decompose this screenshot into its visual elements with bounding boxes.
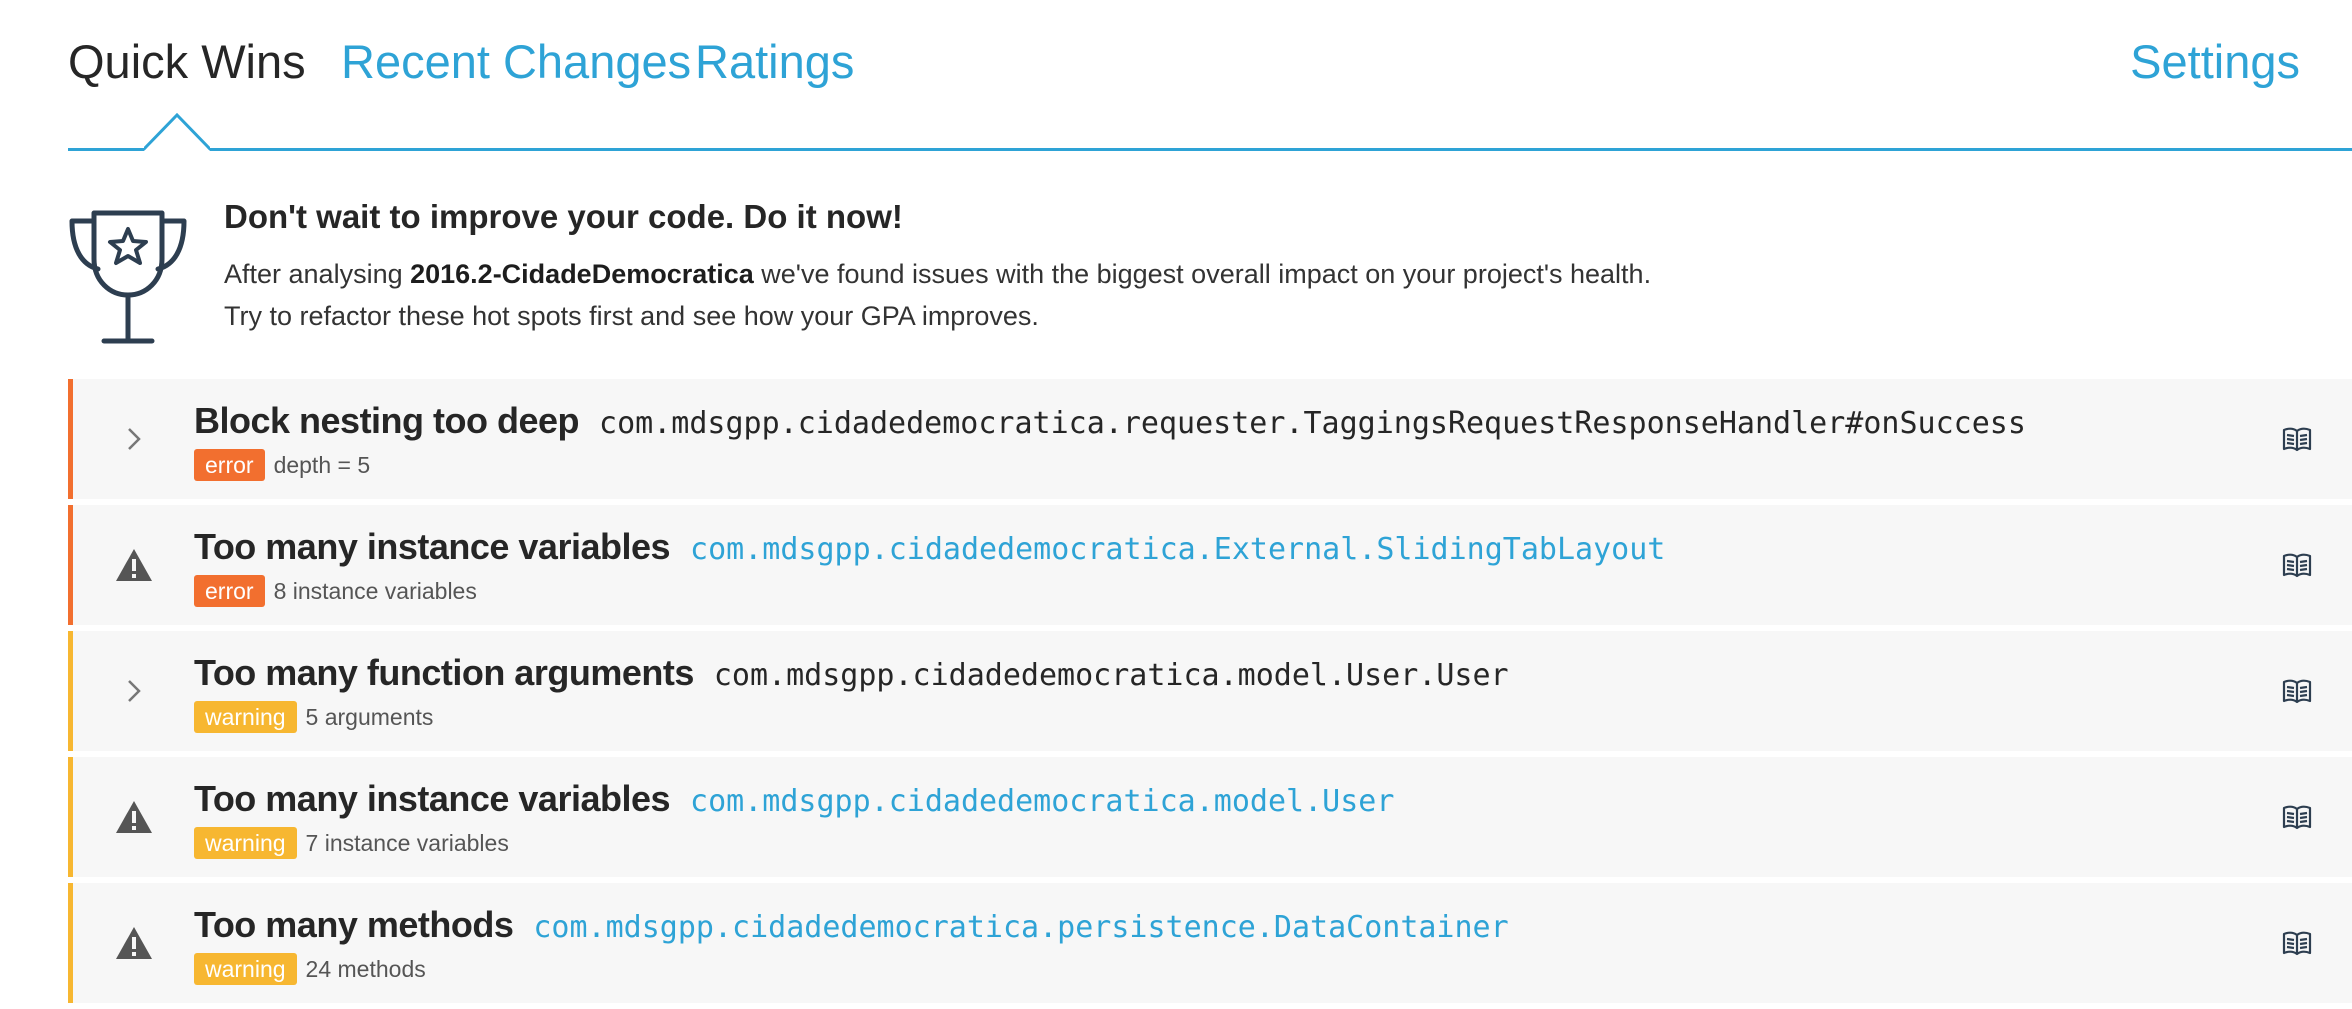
issue-heading: Block nesting too deep com.mdsgpp.cidaded… (194, 397, 2026, 445)
issue-row[interactable]: Block nesting too deep com.mdsgpp.cidaded… (68, 379, 2352, 499)
book-icon[interactable] (2282, 804, 2312, 830)
book-icon[interactable] (2282, 678, 2312, 704)
issue-title: Too many function arguments (194, 652, 694, 693)
book-icon[interactable] (2282, 930, 2312, 956)
issue-title: Too many methods (194, 904, 514, 945)
issue-row[interactable]: Too many methods com.mdsgpp.cidadedemocra… (68, 883, 2352, 1003)
issue-detail: 24 methods (305, 956, 426, 982)
issue-title: Block nesting too deep (194, 400, 580, 441)
issue-row[interactable]: Too many function arguments com.mdsgpp.ci… (68, 631, 2352, 751)
issue-list: Block nesting too deep com.mdsgpp.cidaded… (68, 379, 2352, 1009)
intro-line-1: After analysing 2016.2-CidadeDemocratica… (224, 253, 1651, 295)
issue-path: com.mdsgpp.cidadedemocratica.model.User.… (713, 658, 1509, 693)
chevron-right-icon[interactable] (114, 671, 154, 711)
issue-row[interactable]: Too many instance variables com.mdsgpp.ci… (68, 505, 2352, 625)
issue-path: com.mdsgpp.cidadedemocratica.requester.T… (599, 406, 2026, 441)
book-icon[interactable] (2282, 552, 2312, 578)
warning-triangle-icon (114, 545, 154, 585)
issue-path-link[interactable]: com.mdsgpp.cidadedemocratica.model.User (690, 784, 1394, 819)
intro-line-1-suffix: we've found issues with the biggest over… (753, 259, 1652, 289)
severity-badge: error (194, 449, 265, 481)
active-tab-caret (144, 113, 210, 151)
warning-triangle-icon (114, 923, 154, 963)
issue-path-link[interactable]: com.mdsgpp.cidadedemocratica.External.Sl… (690, 532, 1665, 567)
severity-badge: error (194, 575, 265, 607)
tab-quick-wins[interactable]: Quick Wins (68, 32, 306, 92)
severity-badge: warning (194, 953, 297, 985)
project-name: 2016.2-CidadeDemocratica (410, 259, 754, 289)
issue-meta: error depth = 5 (194, 449, 370, 481)
issue-detail: 5 arguments (305, 704, 434, 730)
intro-section: Don't wait to improve your code. Do it n… (68, 151, 2352, 379)
chevron-right-icon[interactable] (114, 419, 154, 459)
issue-title: Too many instance variables (194, 526, 671, 567)
tab-bar: Quick Wins Recent Changes Ratings Settin… (68, 0, 2352, 151)
issue-meta: error 8 instance variables (194, 575, 477, 607)
book-icon[interactable] (2282, 426, 2312, 452)
issue-meta: warning 7 instance variables (194, 827, 509, 859)
issue-heading: Too many methods com.mdsgpp.cidadedemocra… (194, 901, 1509, 949)
issue-detail: 8 instance variables (273, 578, 477, 604)
issue-detail: 7 instance variables (305, 830, 509, 856)
issue-heading: Too many instance variables com.mdsgpp.ci… (194, 775, 1394, 823)
intro-heading: Don't wait to improve your code. Do it n… (224, 198, 903, 235)
tab-ratings[interactable]: Ratings (695, 32, 854, 92)
issue-title: Too many instance variables (194, 778, 671, 819)
issue-path-link[interactable]: com.mdsgpp.cidadedemocratica.persistence… (533, 910, 1508, 945)
warning-triangle-icon (114, 797, 154, 837)
tab-recent-changes[interactable]: Recent Changes (341, 32, 691, 92)
issue-row[interactable]: Too many instance variables com.mdsgpp.ci… (68, 757, 2352, 877)
issue-meta: warning 5 arguments (194, 701, 433, 733)
issue-meta: warning 24 methods (194, 953, 426, 985)
intro-line-2: Try to refactor these hot spots first an… (224, 301, 1039, 331)
intro-line-1-prefix: After analysing (224, 259, 411, 289)
issue-heading: Too many instance variables com.mdsgpp.ci… (194, 523, 1665, 571)
intro-text: Don't wait to improve your code. Do it n… (224, 195, 1651, 337)
severity-badge: warning (194, 827, 297, 859)
tab-settings[interactable]: Settings (2130, 32, 2300, 92)
severity-badge: warning (194, 701, 297, 733)
trophy-icon (69, 210, 187, 344)
issue-heading: Too many function arguments com.mdsgpp.ci… (194, 649, 1509, 697)
issue-detail: depth = 5 (273, 452, 371, 478)
